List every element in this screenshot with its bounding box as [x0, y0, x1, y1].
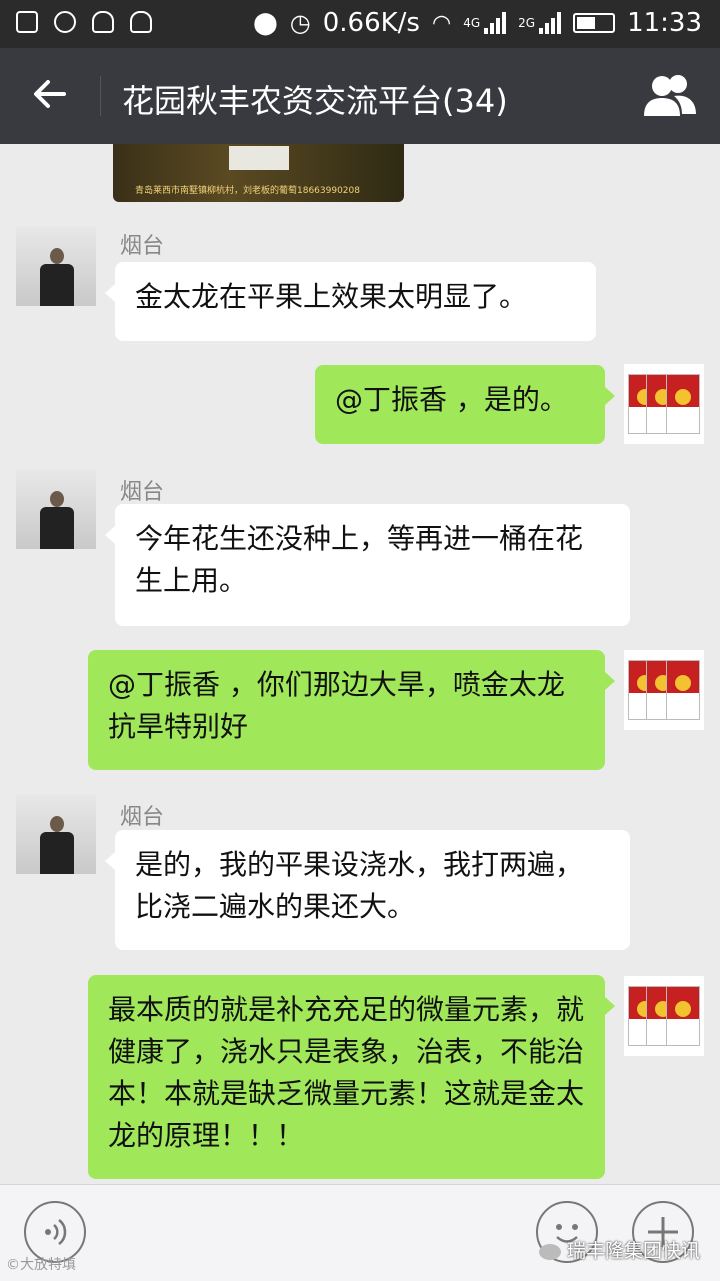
back-arrow-icon[interactable]	[28, 70, 76, 118]
headset-notification-icon-2	[130, 11, 152, 33]
avatar[interactable]	[16, 794, 96, 874]
wifi-icon: ◠	[431, 10, 452, 36]
message-bubble[interactable]: 金太龙在平果上效果太明显了。	[105, 262, 596, 341]
group-title: 花园秋丰农资交流平台(34)	[122, 82, 508, 120]
avatar[interactable]	[16, 469, 96, 549]
sender-name: 烟台	[120, 480, 165, 505]
image-card	[229, 146, 289, 170]
shared-image[interactable]: 青岛莱西市南墅镇柳杭村，刘老板的葡萄18663990208	[113, 144, 404, 202]
header-divider	[100, 76, 101, 116]
wechat-logo-icon	[538, 1243, 561, 1260]
signal-2g-label: 2G	[518, 16, 536, 30]
alarm-icon: ◷	[289, 9, 311, 37]
avatar[interactable]	[624, 650, 704, 730]
avatar[interactable]	[16, 226, 96, 306]
message-bubble[interactable]: 今年花生还没种上，等再进一桶在花生上用。	[105, 504, 630, 626]
chat-messages[interactable]: 青岛莱西市南墅镇柳杭村，刘老板的葡萄18663990208 烟台 金太龙在平果上…	[0, 144, 720, 1184]
signal-2g-icon	[539, 12, 562, 34]
status-bar: ⬤ ◷ 0.66K/s ◠ 4G 2G 11:33	[0, 0, 720, 48]
signal-4g-icon	[484, 12, 507, 34]
image-caption: 青岛莱西市南墅镇柳杭村，刘老板的葡萄18663990208	[135, 186, 360, 196]
sender-name: 烟台	[120, 234, 165, 259]
voice-icon	[45, 1219, 67, 1245]
watermark-right: 瑞丰隆集团快讯	[538, 1236, 700, 1263]
watermark-left: ©大放特填	[6, 1257, 76, 1273]
network-speed: 0.66K/s	[322, 8, 420, 38]
nfc-notification-icon	[54, 11, 76, 33]
message-bubble[interactable]: @丁振香 ，是的。	[315, 365, 615, 444]
sender-name: 烟台	[120, 805, 165, 830]
chat-header: 花园秋丰农资交流平台(34)	[0, 48, 720, 144]
message-bubble[interactable]: @丁振香 ，你们那边大旱，喷金太龙抗旱特别好	[88, 650, 615, 770]
headset-notification-icon	[92, 11, 114, 33]
input-bar	[0, 1184, 720, 1281]
signal-4g-label: 4G	[463, 16, 481, 30]
watermark-right-text: 瑞丰隆集团快讯	[566, 1240, 700, 1262]
clock: 11:33	[627, 8, 702, 38]
gallery-notification-icon	[16, 11, 38, 33]
group-members-icon[interactable]	[642, 72, 698, 118]
message-bubble[interactable]: 是的，我的平果设浇水，我打两遍，比浇二遍水的果还大。	[105, 830, 630, 950]
battery-icon	[573, 13, 616, 33]
avatar[interactable]	[624, 364, 704, 444]
avatar[interactable]	[624, 976, 704, 1056]
message-bubble[interactable]: 最本质的就是补充充足的微量元素，就健康了，浇水只是表象，治表，不能治本！本就是缺…	[88, 975, 615, 1179]
location-icon: ⬤	[253, 10, 278, 36]
